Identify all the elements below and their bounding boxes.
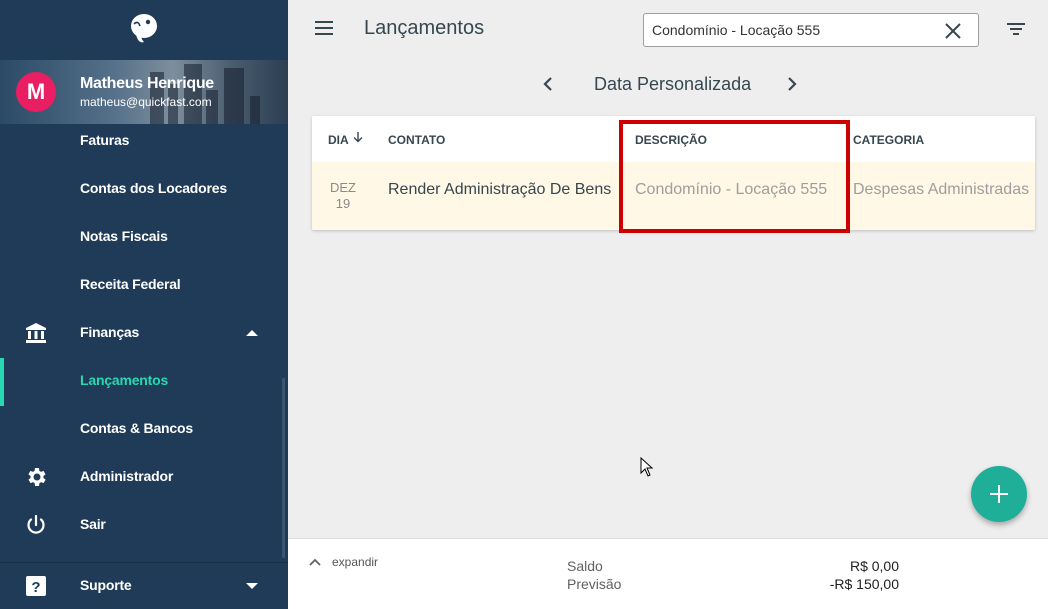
svg-text:?: ? — [31, 579, 40, 596]
bank-icon — [26, 323, 46, 343]
previsao-value: -R$ 150,00 — [829, 576, 899, 592]
chevron-up-icon[interactable] — [308, 557, 322, 567]
cell-contato: Render Administração De Bens — [388, 181, 612, 198]
user-name: Matheus Henrique — [80, 75, 214, 92]
expand-link[interactable]: expandir — [332, 555, 378, 569]
power-icon — [27, 514, 45, 534]
chevron-left-icon[interactable] — [538, 73, 558, 95]
sort-arrow-icon[interactable] — [353, 131, 363, 143]
sidebar-item-label: Suporte — [80, 577, 132, 593]
sidebar-item-administrador[interactable]: Administrador — [0, 453, 288, 501]
saldo-label: Saldo — [567, 558, 603, 574]
chevron-right-icon[interactable] — [782, 73, 802, 95]
cell-categoria: Despesas Administradas — [853, 181, 1030, 198]
sidebar-item-label: Administrador — [80, 468, 174, 484]
date-day: 19 — [335, 196, 351, 211]
sidebar-item-receita-federal[interactable]: Receita Federal — [0, 261, 288, 309]
page-title: Lançamentos — [364, 17, 485, 39]
sidebar-item-suporte[interactable]: ? Suporte — [0, 562, 288, 609]
sidebar-item-contas-bancos[interactable]: Contas & Bancos — [0, 405, 288, 453]
date-range-label: Data Personalizada — [594, 74, 752, 94]
sidebar-item-notas-fiscais[interactable]: Notas Fiscais — [0, 213, 288, 261]
column-header-contato[interactable]: CONTATO — [388, 133, 445, 147]
sidebar-item-label: Finanças — [80, 324, 140, 340]
help-icon: ? — [26, 576, 46, 596]
saldo-value: R$ 0,00 — [849, 558, 899, 574]
column-header-categoria[interactable]: CATEGORIA — [853, 133, 924, 147]
highlight-box — [619, 120, 850, 233]
sidebar-scrollbar[interactable] — [282, 378, 285, 558]
user-profile[interactable]: M Matheus Henrique matheus@quickfast.com — [0, 60, 288, 124]
sidebar-item-financas[interactable]: Finanças — [0, 309, 288, 357]
close-icon[interactable] — [944, 22, 962, 40]
sidebar-item-sair[interactable]: Sair — [0, 501, 288, 549]
date-cell: DEZ 19 — [324, 180, 362, 212]
sidebar-item-label: Receita Federal — [80, 276, 181, 292]
caret-down-icon — [246, 583, 258, 589]
avatar[interactable]: M — [16, 72, 56, 112]
sidebar-item-lancamentos[interactable]: Lançamentos — [0, 357, 288, 405]
sidebar-item-faturas[interactable]: Faturas — [0, 117, 288, 165]
sidebar-item-label: Faturas — [80, 132, 130, 148]
menu-icon[interactable] — [312, 16, 336, 40]
sidebar-item-label: Notas Fiscais — [80, 228, 168, 244]
search-field[interactable] — [643, 13, 979, 47]
sidebar-item-label: Lançamentos — [80, 372, 169, 388]
date-month: DEZ — [330, 180, 356, 195]
sidebar-item-label: Contas & Bancos — [80, 420, 193, 436]
search-input[interactable] — [652, 20, 932, 40]
caret-up-icon — [246, 330, 258, 336]
logo-icon — [131, 14, 157, 43]
user-email: matheus@quickfast.com — [80, 95, 212, 109]
add-button[interactable] — [971, 466, 1027, 522]
sidebar-item-contas-dos-locadores[interactable]: Contas dos Locadores — [0, 165, 288, 213]
summary-footer: expandir Saldo Previsão R$ 0,00 -R$ 150,… — [288, 538, 1048, 609]
sidebar-item-label: Sair — [80, 516, 106, 532]
gear-icon — [28, 468, 46, 486]
column-header-dia[interactable]: DIA — [328, 133, 349, 147]
previsao-label: Previsão — [567, 576, 622, 592]
sidebar: M Matheus Henrique matheus@quickfast.com… — [0, 0, 288, 609]
filter-icon[interactable] — [1005, 18, 1027, 40]
sidebar-item-label: Contas dos Locadores — [80, 180, 227, 196]
mouse-cursor-icon — [640, 457, 654, 477]
